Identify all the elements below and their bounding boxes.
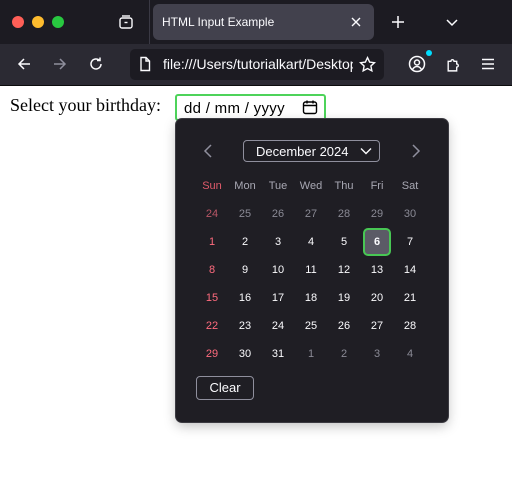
calendar-day[interactable]: 4 (396, 340, 424, 368)
calendar-day[interactable]: 25 (231, 200, 259, 228)
weekday-header: Fri (370, 180, 384, 192)
window-maximize-button[interactable] (52, 16, 64, 28)
nav-toolbar: file:///Users/tutorialkart/Desktop/index… (0, 44, 512, 86)
url-text[interactable]: file:///Users/tutorialkart/Desktop/index… (163, 56, 353, 72)
tab-overview-icon[interactable] (112, 8, 140, 36)
month-year-select[interactable]: December 2024 (243, 140, 380, 162)
url-bar[interactable]: file:///Users/tutorialkart/Desktop/index… (130, 49, 384, 80)
calendar-day[interactable]: 13 (363, 256, 391, 284)
weekday-header: Mon (234, 180, 256, 192)
calendar-day[interactable]: 7 (396, 228, 424, 256)
calendar-day[interactable]: 28 (330, 200, 358, 228)
calendar-day[interactable]: 20 (363, 284, 391, 312)
calendar-day[interactable]: 30 (231, 340, 259, 368)
weekday-header: Thu (334, 180, 354, 192)
chevron-down-icon (360, 148, 372, 155)
calendar-day[interactable]: 29 (198, 340, 226, 368)
calendar-day[interactable]: 4 (297, 228, 325, 256)
weekday-header: Tue (268, 180, 288, 192)
calendar-day[interactable]: 1 (198, 228, 226, 256)
calendar-day[interactable]: 27 (363, 312, 391, 340)
calendar-day[interactable]: 12 (330, 256, 358, 284)
calendar-day[interactable]: 14 (396, 256, 424, 284)
weekday-header: Sat (401, 180, 419, 192)
close-icon[interactable] (344, 10, 368, 34)
forward-arrow-icon[interactable] (46, 50, 74, 78)
back-arrow-icon[interactable] (10, 50, 38, 78)
tab-active[interactable]: HTML Input Example (153, 4, 374, 40)
calendar-day[interactable]: 2 (330, 340, 358, 368)
calendar-day[interactable]: 30 (396, 200, 424, 228)
calendar-icon[interactable] (302, 99, 318, 115)
document-icon (137, 56, 153, 72)
chevron-left-icon[interactable] (200, 143, 216, 159)
calendar-day[interactable]: 18 (297, 284, 325, 312)
calendar-day[interactable]: 1 (297, 340, 325, 368)
window-minimize-button[interactable] (32, 16, 44, 28)
calendar-day[interactable]: 8 (198, 256, 226, 284)
calendar-day[interactable]: 28 (396, 312, 424, 340)
month-year-label: December 2024 (256, 144, 349, 159)
calendar-day[interactable]: 3 (264, 228, 292, 256)
calendar-day[interactable]: 5 (330, 228, 358, 256)
calendar-day[interactable]: 26 (264, 200, 292, 228)
calendar-day[interactable]: 29 (363, 200, 391, 228)
calendar-day[interactable]: 3 (363, 340, 391, 368)
tab-separator (149, 0, 150, 44)
calendar-day[interactable]: 25 (297, 312, 325, 340)
clear-button[interactable]: Clear (196, 376, 254, 400)
calendar-day[interactable]: 31 (264, 340, 292, 368)
calendar-day[interactable]: 15 (198, 284, 226, 312)
calendar-day[interactable]: 22 (198, 312, 226, 340)
puzzle-icon[interactable] (439, 50, 467, 78)
calendar-day[interactable]: 16 (231, 284, 259, 312)
reload-icon[interactable] (82, 50, 110, 78)
chevron-down-icon[interactable] (438, 8, 466, 36)
calendar-day[interactable]: 10 (264, 256, 292, 284)
calendar-day[interactable]: 24 (198, 200, 226, 228)
weekday-header: Sun (202, 180, 222, 192)
calendar-day[interactable]: 26 (330, 312, 358, 340)
chevron-right-icon[interactable] (408, 143, 424, 159)
date-placeholder[interactable]: dd / mm / yyyy (184, 100, 285, 117)
birthday-date-input[interactable]: dd / mm / yyyy (175, 94, 326, 121)
star-icon[interactable] (356, 53, 378, 75)
calendar-day[interactable]: 9 (231, 256, 259, 284)
calendar-day[interactable]: 2 (231, 228, 259, 256)
calendar-day[interactable]: 19 (330, 284, 358, 312)
notification-badge (426, 50, 432, 56)
account-icon[interactable] (403, 50, 432, 78)
calendar-day[interactable]: 24 (264, 312, 292, 340)
hamburger-icon[interactable] (474, 50, 502, 78)
calendar-day[interactable]: 17 (264, 284, 292, 312)
calendar-day[interactable]: 27 (297, 200, 325, 228)
calendar-day-selected[interactable]: 6 (363, 228, 391, 256)
window-close-button[interactable] (12, 16, 24, 28)
tab-strip: HTML Input Example (0, 0, 512, 44)
plus-icon[interactable] (384, 8, 412, 36)
calendar-day[interactable]: 11 (297, 256, 325, 284)
tab-title: HTML Input Example (162, 15, 275, 29)
calendar-day[interactable]: 23 (231, 312, 259, 340)
date-picker-popup: December 2024 Sun Mon Tue Wed Thu Fri Sat 24 25 2… (176, 119, 448, 422)
birthday-label: Select your birthday: (10, 95, 161, 115)
weekday-header: Wed (299, 180, 323, 192)
calendar-day[interactable]: 21 (396, 284, 424, 312)
